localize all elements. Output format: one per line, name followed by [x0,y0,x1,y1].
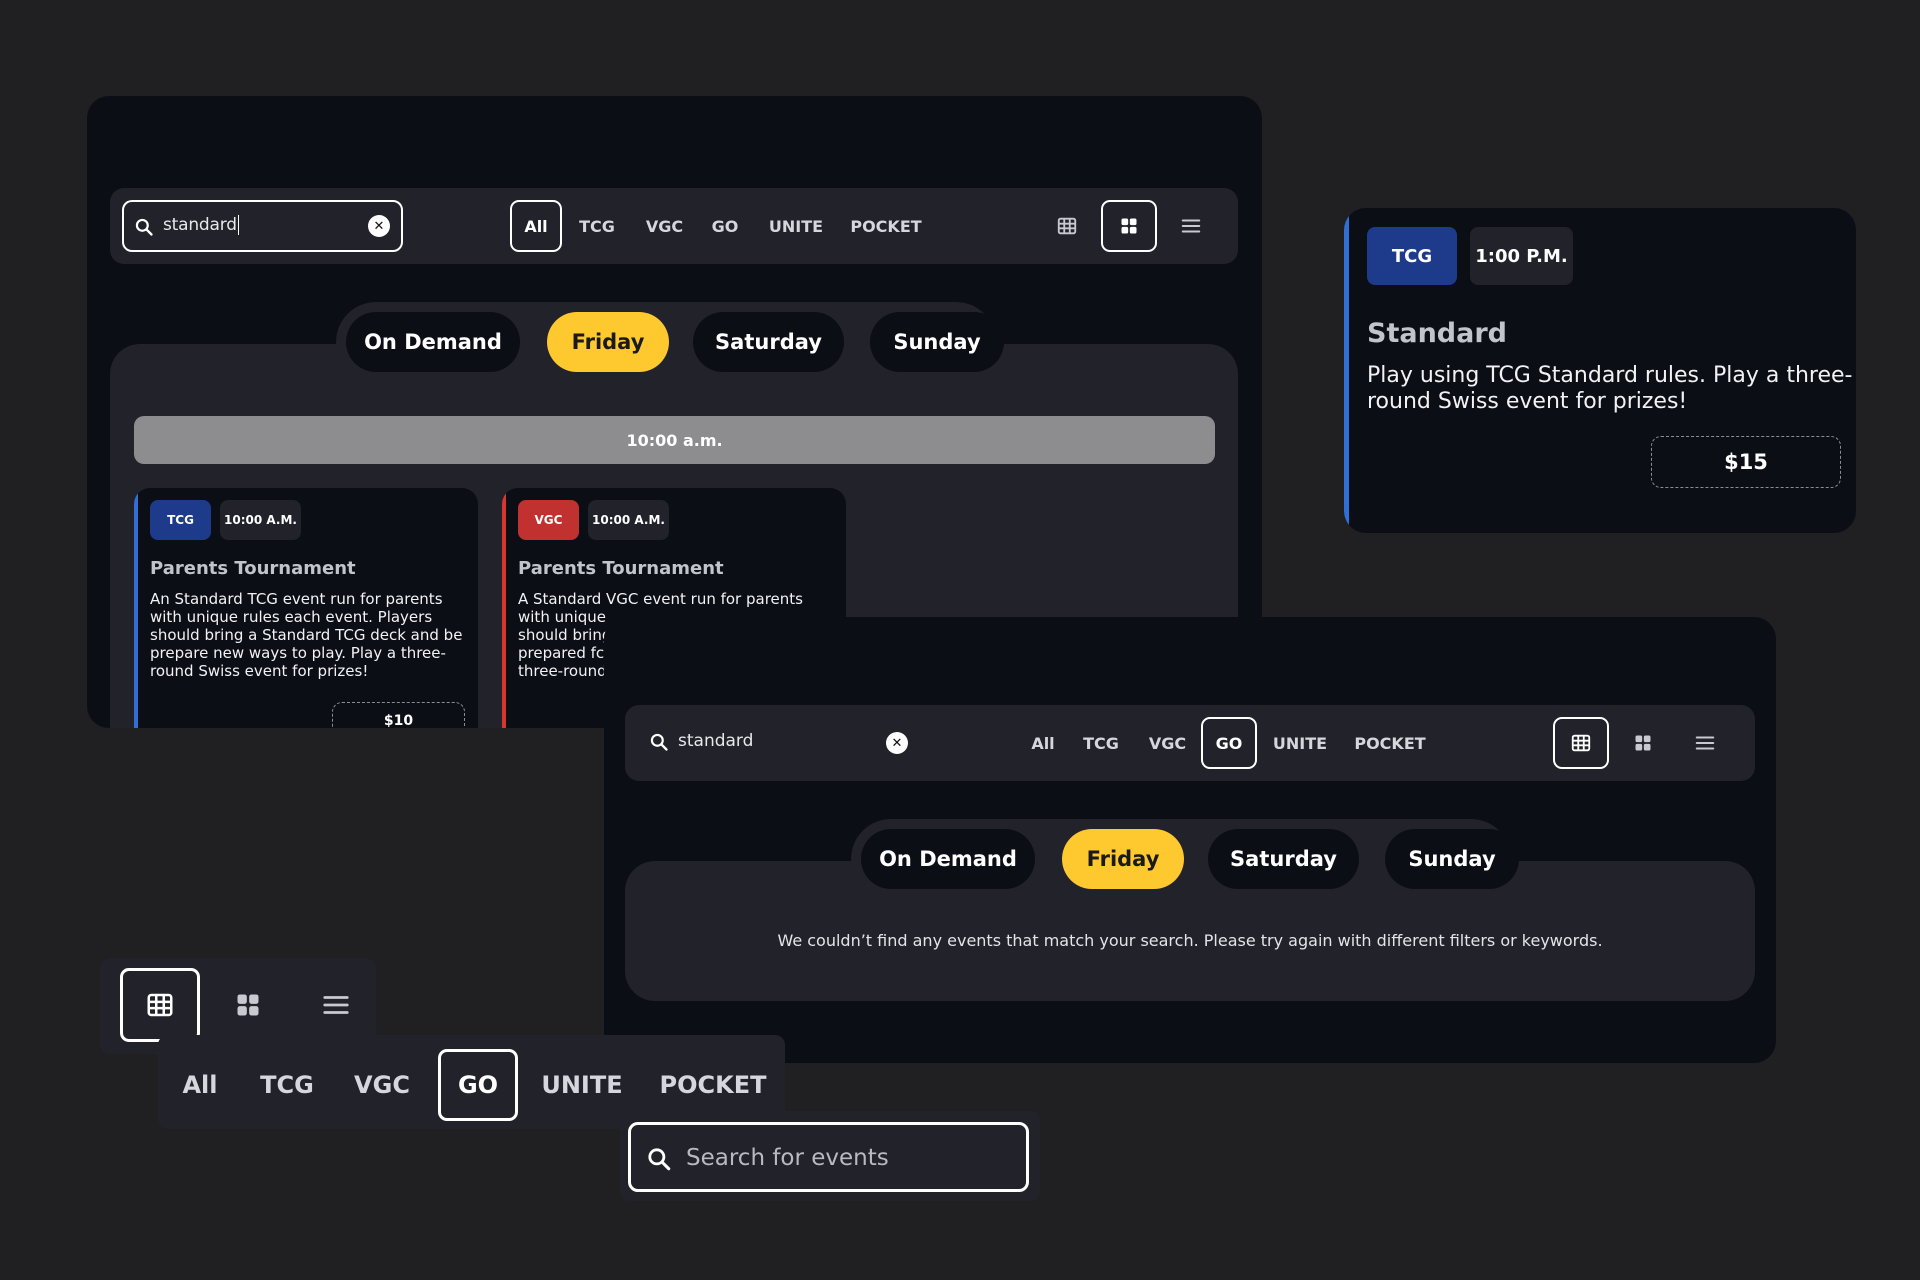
filter-vgc[interactable]: VGC [1134,717,1201,769]
search-field[interactable] [686,1139,1016,1177]
event-card-detail[interactable]: TCG 1:00 P.M. Standard Play using TCG St… [1344,208,1856,533]
filter-tcg[interactable]: TCG [562,200,632,252]
category-badge: TCG [150,500,211,540]
list-view-button[interactable] [1163,200,1219,252]
filter-all[interactable]: All [1018,717,1068,769]
list-view-icon [1180,215,1202,237]
filter-toolbar: standard ✕ All TCG VGC GO UNITE POCKET [625,705,1755,781]
filter-pocket[interactable]: POCKET [839,200,933,252]
search-input[interactable]: standard ✕ [122,200,403,252]
table-view-button[interactable] [120,968,200,1042]
filter-unite[interactable]: UNITE [753,200,839,252]
search-input[interactable] [628,1122,1029,1192]
grid-view-icon [1633,733,1653,753]
card-accent [134,488,138,728]
filter-tcg[interactable]: TCG [1068,717,1134,769]
events-panel-empty: standard ✕ All TCG VGC GO UNITE POCKET W… [604,617,1776,1063]
grid-view-button[interactable] [1615,717,1671,769]
search-value: standard [678,731,754,751]
table-view-button[interactable] [1039,200,1095,252]
text-caret [237,215,239,235]
table-view-icon [1570,732,1592,754]
filter-all[interactable]: All [510,200,562,252]
card-accent [1344,208,1349,533]
search-input[interactable]: standard ✕ [639,717,909,769]
event-description: An Standard TCG event run for parents wi… [150,590,463,680]
day-tabs: On Demand Friday Saturday Sunday [851,819,1519,899]
search-icon [649,732,669,752]
list-view-icon [321,990,351,1020]
tab-friday[interactable]: Friday [1062,829,1184,889]
tab-on-demand[interactable]: On Demand [346,312,520,372]
filter-go[interactable]: GO [438,1049,518,1121]
filter-go[interactable]: GO [697,200,753,252]
clear-search-icon[interactable]: ✕ [886,732,908,754]
tab-saturday[interactable]: Saturday [1208,829,1359,889]
category-badge: TCG [1367,227,1457,285]
time-badge: 10:00 A.M. [220,500,301,540]
filter-all[interactable]: All [158,1049,242,1121]
empty-state-message: We couldn’t find any events that match y… [777,931,1603,950]
search-icon [134,217,154,237]
list-view-button[interactable] [1677,717,1733,769]
view-switcher [1553,717,1733,769]
filter-pocket[interactable]: POCKET [1343,717,1437,769]
price-button[interactable]: $15 [1651,436,1841,488]
search-icon [646,1146,672,1172]
time-group-header: 10:00 a.m. [134,416,1215,464]
filter-go[interactable]: GO [1201,717,1257,769]
list-view-button[interactable] [296,968,376,1042]
event-title: Standard [1367,318,1507,349]
clear-search-icon[interactable]: ✕ [368,215,390,237]
filter-toolbar: standard ✕ All TCG VGC GO UNITE POCKET [110,188,1238,264]
time-badge: 10:00 A.M. [588,500,669,540]
category-filters: All TCG VGC GO UNITE POCKET [510,200,933,252]
grid-view-button[interactable] [1101,200,1157,252]
filter-unite[interactable]: UNITE [518,1049,646,1121]
grid-view-icon [234,991,262,1019]
table-view-icon [145,990,175,1020]
event-description: Play using TCG Standard rules. Play a th… [1367,363,1853,415]
price-button[interactable]: $10 [332,702,465,728]
tab-friday[interactable]: Friday [547,312,669,372]
card-accent [502,488,506,728]
list-view-icon [1694,732,1716,754]
view-switcher [1039,200,1219,252]
filter-unite[interactable]: UNITE [1257,717,1343,769]
event-title: Parents Tournament [518,558,724,579]
table-view-icon [1056,215,1078,237]
search-sample [620,1111,1040,1201]
category-filters: All TCG VGC GO UNITE POCKET [1018,717,1437,769]
tab-saturday[interactable]: Saturday [693,312,844,372]
tab-sunday[interactable]: Sunday [870,312,1004,372]
filter-vgc[interactable]: VGC [332,1049,432,1121]
time-badge: 1:00 P.M. [1470,227,1573,285]
day-tabs: On Demand Friday Saturday Sunday [336,302,1004,382]
table-view-button[interactable] [1553,717,1609,769]
event-card[interactable]: TCG 10:00 A.M. Parents Tournament An Sta… [134,488,478,728]
grid-view-icon [1119,216,1139,236]
event-title: Parents Tournament [150,558,356,579]
grid-view-button[interactable] [208,968,288,1042]
filter-tcg[interactable]: TCG [242,1049,332,1121]
filter-vgc[interactable]: VGC [632,200,697,252]
search-value: standard [163,215,237,235]
tab-sunday[interactable]: Sunday [1385,829,1519,889]
category-badge: VGC [518,500,579,540]
tab-on-demand[interactable]: On Demand [861,829,1035,889]
